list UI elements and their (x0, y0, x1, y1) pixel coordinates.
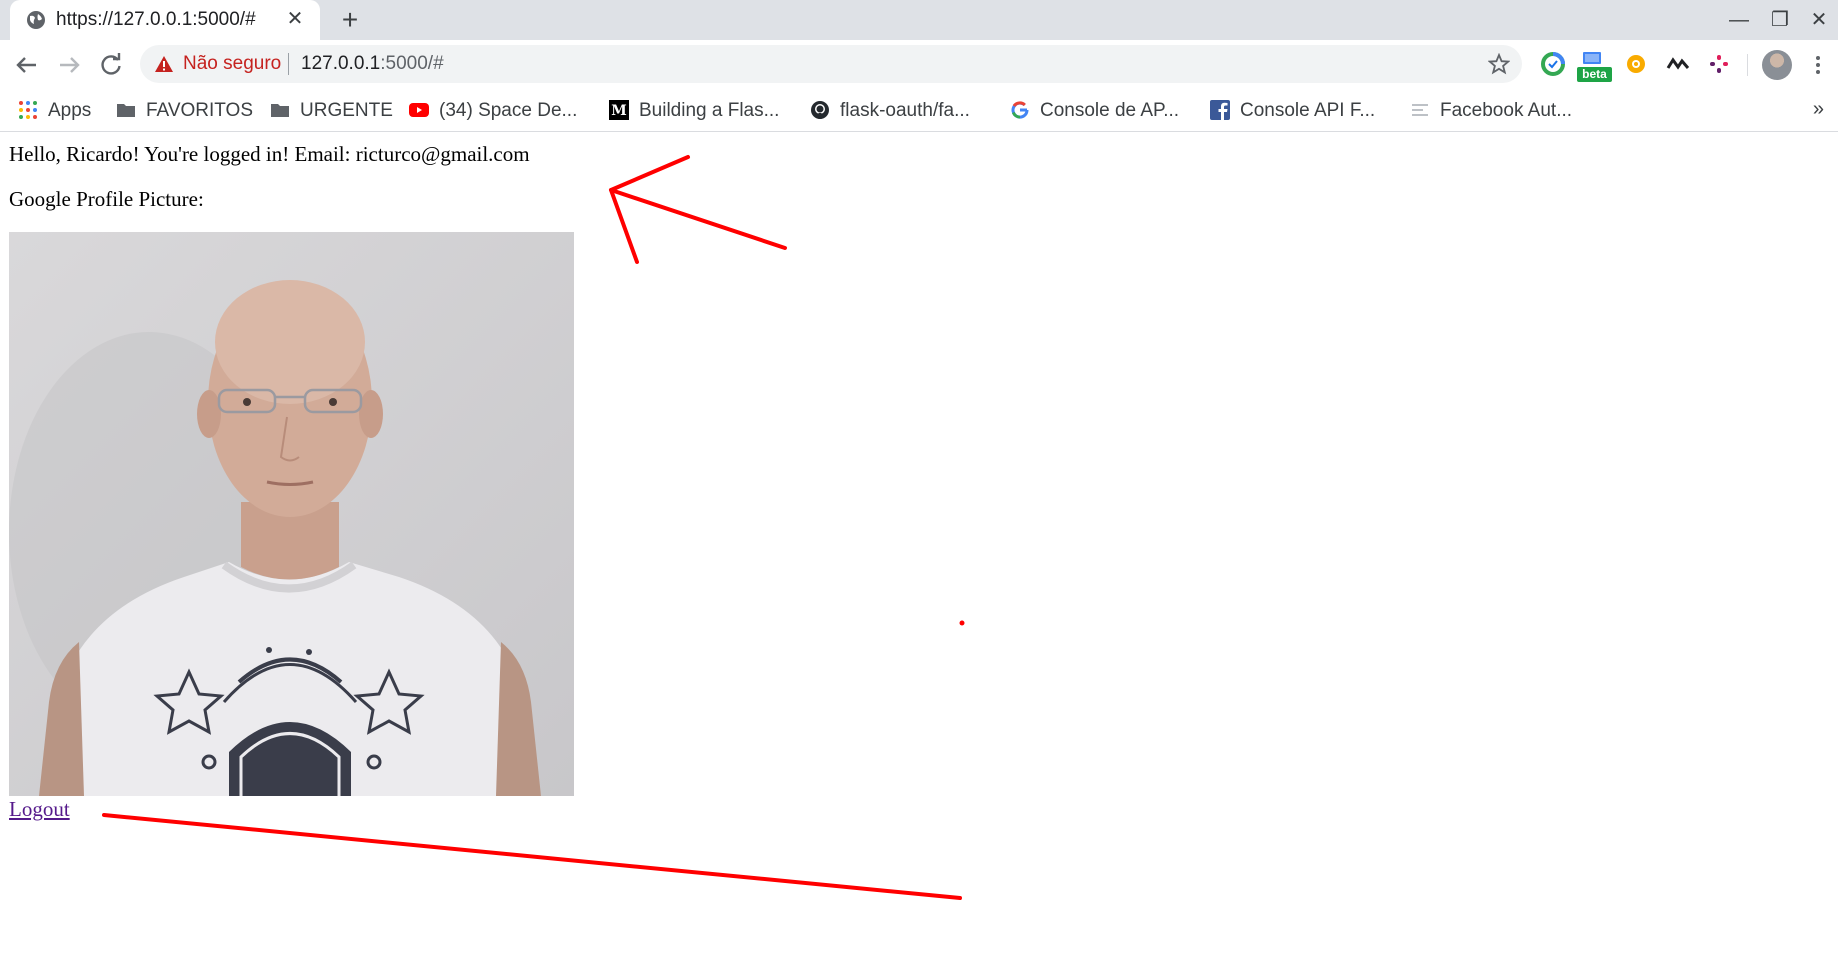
facebook-icon (1210, 100, 1230, 120)
close-window-button[interactable]: ✕ (1804, 6, 1834, 34)
svg-text:M: M (611, 103, 627, 119)
restore-window-button[interactable]: ❐ (1765, 6, 1795, 34)
tab-title: https://127.0.0.1:5000/# (56, 9, 256, 30)
extension-slack-icon[interactable] (1707, 52, 1731, 76)
browser-tab[interactable]: https://127.0.0.1:5000/# ✕ (10, 0, 320, 40)
apps-grid-icon (19, 101, 37, 119)
bookmark-label: Console de AP... (1040, 100, 1180, 121)
bookmarks-bar: Apps FAVORITOS URGENTE (34) Space De... … (0, 89, 1838, 132)
bookmark-label: (34) Space De... (439, 100, 578, 121)
extension-circle-icon[interactable] (1541, 52, 1565, 76)
toolbar-divider (1747, 54, 1748, 76)
globe-icon (27, 11, 45, 29)
back-arrow-icon[interactable] (10, 48, 44, 82)
medium-icon: M (609, 100, 629, 120)
profile-picture-label: Google Profile Picture: (9, 187, 204, 211)
google-icon (1011, 101, 1029, 119)
bookmark-label: flask-oauth/fa... (840, 100, 970, 121)
address-bar[interactable]: Não seguro 127.0.0.1:5000/# (140, 45, 1522, 83)
warning-icon[interactable] (154, 54, 174, 74)
security-warning-label[interactable]: Não seguro (183, 53, 281, 75)
tab-strip: https://127.0.0.1:5000/# ✕ + — ❐ ✕ (0, 0, 1838, 40)
greeting-text: Hello, Ricardo! You're logged in! Email:… (9, 142, 530, 166)
logout-link[interactable]: Logout (9, 797, 70, 822)
generic-page-icon (1412, 104, 1428, 116)
bookmark-label: Facebook Aut... (1440, 100, 1573, 121)
page-content: Hello, Ricardo! You're logged in! Email:… (0, 132, 1838, 965)
folder-icon (271, 104, 289, 117)
profile-avatar[interactable] (1762, 50, 1792, 80)
bookmark-label: URGENTE (300, 100, 393, 121)
forward-arrow-icon[interactable] (52, 48, 86, 82)
new-tab-button[interactable]: + (336, 6, 364, 34)
bookmark-star-icon[interactable] (1488, 53, 1510, 75)
browser-toolbar: Não seguro 127.0.0.1:5000/# beta (0, 40, 1838, 89)
close-tab-icon[interactable]: ✕ (284, 8, 306, 30)
bookmarks-overflow-button[interactable]: » (1813, 98, 1824, 121)
minimize-window-button[interactable]: — (1724, 6, 1754, 34)
profile-picture (9, 232, 574, 796)
reload-icon[interactable] (94, 48, 128, 82)
bookmark-label: Building a Flas... (639, 100, 780, 121)
url-path: :5000/# (380, 53, 444, 74)
github-icon (811, 101, 829, 119)
folder-icon (117, 104, 135, 117)
kebab-menu-icon[interactable] (1810, 53, 1826, 77)
omnibox-divider (288, 53, 289, 75)
url-text[interactable]: 127.0.0.1:5000/# (301, 53, 444, 75)
bookmark-label: FAVORITOS (146, 100, 253, 121)
url-host: 127.0.0.1 (301, 53, 381, 74)
bookmark-label: Console API F... (1240, 100, 1376, 121)
extension-gear-icon[interactable] (1624, 52, 1648, 76)
bookmark-label: Apps (48, 100, 92, 121)
extension-wave-icon[interactable] (1666, 52, 1690, 76)
youtube-icon (409, 103, 429, 117)
beta-badge: beta (1577, 67, 1612, 82)
